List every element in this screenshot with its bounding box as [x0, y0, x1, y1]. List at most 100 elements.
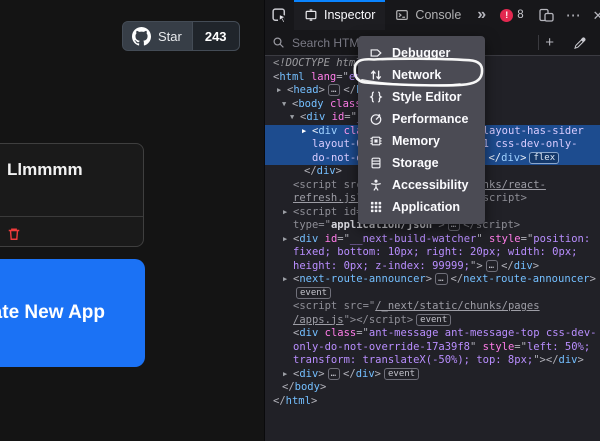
element-picker-button[interactable]	[265, 0, 294, 30]
star-label: Star	[158, 29, 182, 44]
code-token: div	[317, 165, 336, 177]
github-star-button[interactable]: Star	[123, 22, 192, 50]
code-token: fixed; bottom: 10px; right: 20px; width:…	[293, 246, 577, 258]
event-badge[interactable]: event	[384, 368, 419, 380]
devtools-toolbar: Inspector Console » ! 8	[265, 0, 600, 31]
tab-inspector[interactable]: Inspector	[294, 0, 385, 30]
code-token: ="	[363, 300, 376, 312]
github-star-widget[interactable]: Star 243	[122, 21, 240, 51]
create-new-app-button[interactable]: Create New App	[0, 259, 145, 367]
markup-line[interactable]: height: 0px; z-index: 99999;">…</div>	[265, 260, 600, 274]
code-token: ="	[521, 233, 534, 245]
responsive-mode-icon	[538, 7, 554, 23]
code-token: </	[282, 381, 295, 393]
event-badge[interactable]: event	[296, 287, 331, 299]
markup-line[interactable]: event	[265, 287, 600, 301]
markup-line[interactable]: transform: translateX(-50%); top: 8px;">…	[265, 354, 600, 368]
code-token: div	[299, 233, 318, 245]
menu-item-label: Performance	[392, 112, 468, 126]
code-token: /_next/static/chunks/pages	[375, 300, 539, 312]
console-icon	[395, 8, 409, 22]
menu-item-style-editor[interactable]: Style Editor	[358, 86, 485, 108]
markup-line[interactable]: <script src="/_next/static/chunks/pages	[265, 300, 600, 314]
code-token: ">	[344, 314, 357, 326]
close-icon: ✕	[593, 9, 600, 22]
code-token: id	[318, 233, 337, 245]
menu-item-storage[interactable]: Storage	[358, 152, 485, 174]
create-new-app-label: Create New App	[0, 302, 105, 324]
markup-line[interactable]: /apps.js"></script>event	[265, 314, 600, 328]
code-token: </	[343, 84, 356, 96]
menu-item-accessibility[interactable]: Accessibility	[358, 174, 485, 196]
expand-arrow-icon[interactable]: ▶	[283, 368, 293, 382]
markup-line[interactable]: </body>	[265, 381, 600, 395]
responsive-design-mode-button[interactable]	[532, 0, 560, 30]
code-token: style	[483, 341, 515, 353]
menu-item-network[interactable]: Network	[358, 64, 485, 86]
menu-item-debugger[interactable]: Debugger	[358, 42, 485, 64]
code-token: div	[559, 354, 578, 366]
error-icon: !	[500, 9, 513, 22]
code-token: type	[293, 219, 318, 231]
code-token: ant-message ant-message-top css-dev-	[369, 327, 597, 339]
memory-icon	[368, 134, 383, 149]
code-token: >	[520, 152, 526, 164]
markup-line[interactable]: only-do-not-override-17a39f8" style="lef…	[265, 341, 600, 355]
performance-icon	[368, 112, 383, 127]
devtools-menu-button[interactable]: ⋯	[560, 0, 587, 30]
code-token: lang	[305, 71, 337, 83]
code-token: script	[299, 300, 337, 312]
menu-item-performance[interactable]: Performance	[358, 108, 485, 130]
code-token: >	[311, 395, 317, 407]
code-token: __next-build-watcher	[350, 233, 476, 245]
delete-app-button[interactable]	[7, 227, 21, 241]
markup-line[interactable]: fixed; bottom: 10px; right: 20px; width:…	[265, 246, 600, 260]
menu-item-application[interactable]: Application	[358, 196, 485, 218]
collapse-arrow-icon[interactable]: ▼	[290, 111, 300, 125]
screenshot-root: Star 243 Llmmmm Create New App	[0, 0, 600, 441]
markup-line[interactable]: ▶<next-route-announcer>…</next-route-ann…	[265, 273, 600, 287]
more-tabs-chevron-button[interactable]: »	[471, 0, 492, 30]
flex-badge[interactable]: flex	[529, 152, 559, 164]
ellipsis-badge[interactable]: …	[486, 260, 498, 272]
ellipsis-badge[interactable]: …	[328, 84, 340, 96]
code-token: div	[514, 260, 533, 272]
code-token: >	[521, 192, 527, 204]
expand-arrow-icon[interactable]: ▶	[283, 273, 293, 287]
error-count-button[interactable]: ! 8	[492, 0, 531, 30]
markup-line[interactable]: <div class="ant-message ant-message-top …	[265, 327, 600, 341]
star-count-badge[interactable]: 243	[192, 22, 239, 50]
expand-arrow-icon[interactable]: ▶	[283, 206, 293, 220]
menu-item-label: Accessibility	[392, 178, 468, 192]
accessibility-icon	[368, 178, 383, 193]
code-token: "	[476, 233, 489, 245]
star-count: 243	[205, 29, 227, 44]
code-token: </	[488, 152, 501, 164]
eyedropper-button[interactable]	[560, 36, 600, 50]
markup-line[interactable]: ▶<div id="__next-build-watcher" style="p…	[265, 233, 600, 247]
event-badge[interactable]: event	[416, 314, 451, 326]
search-icon	[272, 36, 285, 49]
code-token: >	[375, 368, 381, 380]
code-token: script	[483, 192, 521, 204]
close-devtools-button[interactable]: ✕	[587, 0, 600, 30]
application-icon	[368, 200, 383, 215]
expand-arrow-icon[interactable]: ▶	[283, 233, 293, 247]
menu-item-label: Network	[392, 68, 441, 82]
menu-item-memory[interactable]: Memory	[358, 130, 485, 152]
collapse-arrow-icon[interactable]: ▼	[282, 98, 292, 112]
markup-line[interactable]: ▶<div>…</div>event	[265, 368, 600, 382]
tab-console[interactable]: Console	[385, 0, 471, 30]
markup-line[interactable]: </html>	[265, 395, 600, 409]
ellipsis-badge[interactable]: …	[435, 273, 447, 285]
expand-arrow-icon[interactable]: ▶	[302, 125, 312, 139]
plus-icon: +	[545, 35, 554, 50]
expand-arrow-icon[interactable]: ▶	[277, 84, 287, 98]
ellipsis-badge[interactable]: …	[328, 368, 340, 380]
code-token: >	[336, 165, 342, 177]
app-card: Llmmmm	[0, 143, 144, 247]
code-token: </	[451, 273, 464, 285]
code-token: </	[304, 165, 317, 177]
add-node-button[interactable]: +	[539, 35, 560, 50]
code-token: script	[299, 206, 337, 218]
